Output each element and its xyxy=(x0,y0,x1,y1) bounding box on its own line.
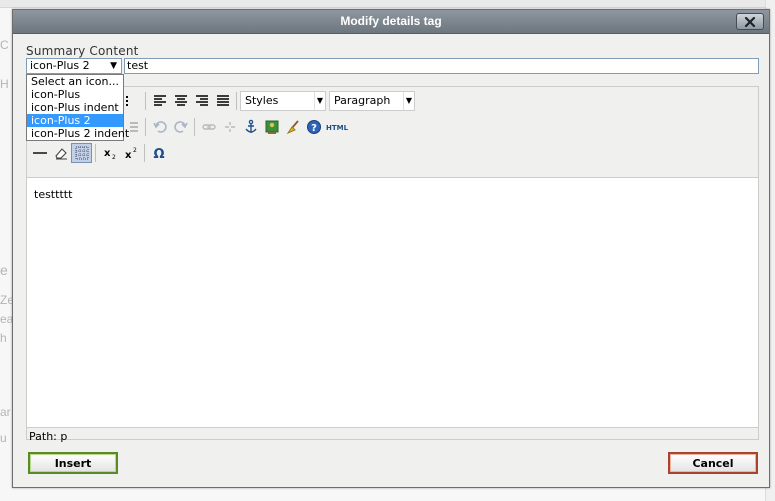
editor-content-text: testtttt xyxy=(34,188,73,201)
subscript-button[interactable]: x2 xyxy=(99,143,120,163)
image-icon xyxy=(265,120,278,134)
insert-button[interactable]: Insert xyxy=(28,452,118,474)
summary-content-input[interactable]: test xyxy=(124,58,759,74)
summary-content-label: Summary Content xyxy=(26,44,139,58)
svg-text:2: 2 xyxy=(133,147,137,154)
icon-select[interactable]: icon-Plus 2 ▼ xyxy=(26,58,122,74)
help-icon: ? xyxy=(306,120,321,134)
link-icon xyxy=(201,124,216,130)
unlink-icon xyxy=(224,122,235,132)
icon-select-value: icon-Plus 2 xyxy=(30,59,90,72)
bullet-list-icon xyxy=(125,96,128,106)
align-right-button[interactable] xyxy=(191,91,212,111)
close-button[interactable] xyxy=(736,13,764,30)
visual-aid-button[interactable] xyxy=(71,143,92,163)
chevron-down-icon: ▼ xyxy=(110,61,117,71)
toolbar-separator xyxy=(144,144,145,162)
horizontal-rule-button[interactable] xyxy=(29,143,50,163)
background-text: ar xyxy=(0,405,11,419)
table-grid-icon xyxy=(75,146,88,160)
background-text: ea xyxy=(0,312,14,326)
dialog-title: Modify details tag xyxy=(340,14,442,28)
unlink-button[interactable] xyxy=(219,117,240,137)
icon-option[interactable]: icon-Plus xyxy=(27,88,123,101)
modify-details-dialog: Modify details tag Summary Content icon-… xyxy=(12,9,770,488)
dialog-titlebar[interactable]: Modify details tag xyxy=(13,10,769,34)
superscript-button[interactable]: x2 xyxy=(120,143,141,163)
cleanup-button[interactable] xyxy=(282,117,303,137)
toolbar-separator xyxy=(194,118,195,136)
background-topbar xyxy=(0,0,775,8)
svg-text:x: x xyxy=(104,148,111,159)
svg-text:Ω: Ω xyxy=(153,147,164,161)
chevron-down-icon: ▼ xyxy=(314,92,325,110)
icon-option[interactable]: icon-Plus 2 indent xyxy=(27,127,129,140)
align-center-button[interactable] xyxy=(170,91,191,111)
rich-text-editor: Styles ▼ Paragraph ▼ ? HTML x 2 x 2 Ω te… xyxy=(26,86,759,443)
background-text: Ze xyxy=(0,293,15,307)
anchor-button[interactable] xyxy=(240,117,261,137)
horizontal-rule-icon xyxy=(32,152,47,154)
anchor-icon xyxy=(244,119,257,133)
remove-format-button[interactable] xyxy=(50,143,71,163)
background-text: h xyxy=(0,331,7,345)
close-icon xyxy=(744,16,756,27)
format-select-label: Paragraph xyxy=(334,94,391,107)
help-button[interactable]: ? xyxy=(303,117,324,137)
toolbar-row-3: x2 x2 Ω xyxy=(29,141,169,165)
toolbar-row-1: Styles ▼ Paragraph ▼ xyxy=(121,89,415,113)
icon-option[interactable]: Select an icon... xyxy=(27,75,123,88)
icon-option-selected[interactable]: icon-Plus 2 xyxy=(27,114,123,127)
background-text: C xyxy=(0,38,9,52)
html-icon: HTML xyxy=(326,124,348,132)
align-left-icon xyxy=(153,95,166,106)
bullet-list-button[interactable] xyxy=(121,91,142,111)
eraser-icon xyxy=(54,148,67,160)
editor-content-area[interactable]: testtttt xyxy=(27,177,758,428)
broom-icon xyxy=(286,120,299,135)
svg-text:?: ? xyxy=(311,123,317,134)
special-character-button[interactable]: Ω xyxy=(148,143,169,163)
background-text: H xyxy=(0,77,9,91)
format-select[interactable]: Paragraph ▼ xyxy=(329,91,415,111)
link-button[interactable] xyxy=(198,117,219,137)
align-right-icon xyxy=(195,95,208,106)
editor-path-bar: Path: p xyxy=(29,430,68,443)
styles-select-label: Styles xyxy=(245,94,279,107)
background-text: e xyxy=(0,262,8,278)
align-left-button[interactable] xyxy=(149,91,170,111)
icon-option[interactable]: icon-Plus indent xyxy=(27,101,123,114)
toolbar-separator xyxy=(236,92,237,110)
svg-text:x: x xyxy=(125,150,132,161)
align-justify-button[interactable] xyxy=(212,91,233,111)
styles-select[interactable]: Styles ▼ xyxy=(240,91,326,111)
undo-button[interactable] xyxy=(149,117,170,137)
background-text: u xyxy=(0,431,7,445)
toolbar-separator xyxy=(145,118,146,136)
chevron-down-icon: ▼ xyxy=(403,92,414,110)
undo-icon xyxy=(152,121,167,133)
superscript-icon: x2 xyxy=(125,147,137,161)
toolbar-separator xyxy=(145,92,146,110)
omega-icon: Ω xyxy=(153,147,164,161)
html-source-button[interactable]: HTML xyxy=(324,117,350,137)
toolbar-separator xyxy=(95,144,96,162)
icon-dropdown-list: Select an icon... icon-Plus icon-Plus in… xyxy=(26,74,129,141)
subscript-icon: x2 xyxy=(104,148,116,161)
toolbar-row-2: ? HTML xyxy=(121,115,350,139)
redo-icon xyxy=(173,121,188,133)
svg-text:2: 2 xyxy=(112,154,116,161)
redo-button[interactable] xyxy=(170,117,191,137)
cancel-button[interactable]: Cancel xyxy=(668,452,758,474)
image-button[interactable] xyxy=(261,117,282,137)
align-center-icon xyxy=(174,95,187,106)
svg-text:HTML: HTML xyxy=(326,124,348,132)
align-justify-icon xyxy=(216,95,229,106)
